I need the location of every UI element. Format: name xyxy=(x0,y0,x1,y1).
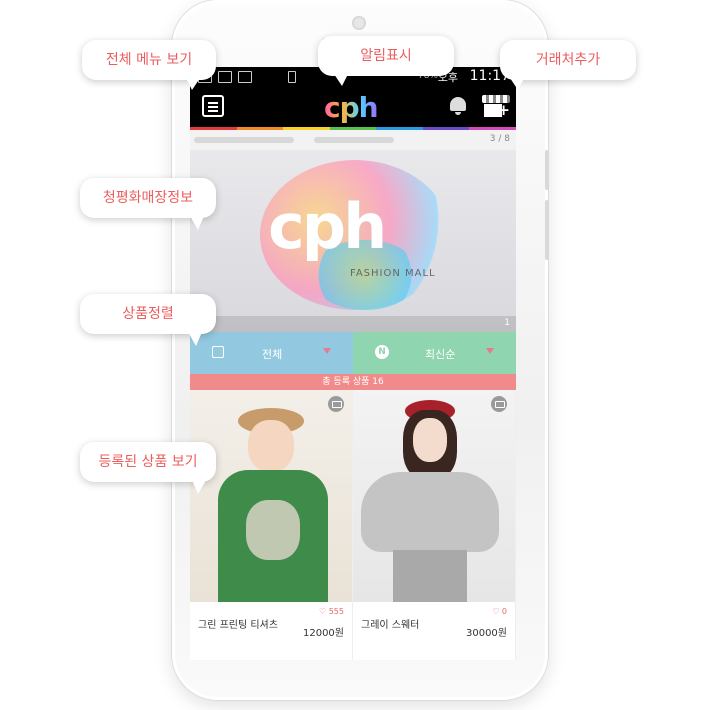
sort-order-filter[interactable]: N 최신순 xyxy=(353,332,516,374)
category-filter-label: 전체 xyxy=(262,348,283,361)
side-button xyxy=(545,150,549,190)
dropdown-arrow-icon xyxy=(486,348,494,354)
product-info: ♡ 555 그린 프린팅 티셔츠 12000원 xyxy=(190,602,352,660)
image-count: 1 xyxy=(504,318,510,328)
banner-footer: 3 1 xyxy=(190,316,516,332)
store-info-bar[interactable]: 3 / 8 xyxy=(190,130,516,150)
product-name: 그레이 스웨터 xyxy=(361,620,420,631)
total-products-bar: 총 등록 상품 16 xyxy=(190,374,516,390)
sort-order-label: 최신순 xyxy=(425,348,456,361)
n-circle-icon: N xyxy=(375,345,389,359)
product-card[interactable]: ♡ 555 그린 프린팅 티셔츠 12000원 xyxy=(190,390,353,660)
mail-icon xyxy=(218,71,232,83)
callout-sort: 상품정렬 xyxy=(80,294,216,346)
product-price: 30000원 xyxy=(465,628,507,639)
sort-filters: 전체 N 최신순 xyxy=(190,332,516,374)
product-card[interactable]: ♡ 0 그레이 스웨터 30000원 xyxy=(353,390,516,660)
add-store-icon[interactable]: + xyxy=(482,95,510,119)
shirt-print xyxy=(246,500,300,560)
camera-icon xyxy=(352,16,366,30)
model-face xyxy=(413,418,447,462)
callout-menu: 전체 메뉴 보기 xyxy=(82,40,216,90)
app-header: cph + xyxy=(190,87,516,127)
phone-number xyxy=(194,137,294,143)
store-address xyxy=(314,137,394,143)
chat-icon[interactable] xyxy=(328,396,344,412)
like-count: ♡ 555 xyxy=(319,607,344,616)
callout-store-info: 청평화매장정보 xyxy=(80,178,216,230)
product-name: 그린 프린팅 티셔츠 xyxy=(198,620,278,631)
product-info: ♡ 0 그레이 스웨터 30000원 xyxy=(353,602,515,660)
callout-add-store: 거래처추가 xyxy=(500,40,636,90)
model-sweater xyxy=(361,472,499,552)
callout-products: 등록된 상품 보기 xyxy=(80,442,216,494)
product-photo xyxy=(353,390,515,602)
category-filter[interactable]: 전체 xyxy=(190,332,353,374)
chat-icon[interactable] xyxy=(491,396,507,412)
app-logo[interactable]: cph xyxy=(324,91,379,124)
model-face xyxy=(248,420,294,472)
callout-alarm: 알림표시 xyxy=(318,36,454,86)
product-price: 12000원 xyxy=(302,628,344,639)
image-icon xyxy=(238,71,252,83)
side-button xyxy=(545,200,549,260)
page-indicator: 3 / 8 xyxy=(489,134,510,144)
model-skirt xyxy=(393,550,467,602)
bluetooth-icon xyxy=(288,71,296,83)
menu-icon[interactable] xyxy=(202,95,224,117)
like-count: ♡ 0 xyxy=(492,607,507,616)
product-grid: ♡ 555 그린 프린팅 티셔츠 12000원 ♡ 0 그레이 스웨터 3000… xyxy=(190,390,516,660)
banner-brand: cph xyxy=(268,190,387,263)
app-screen: LTE 78% 오후 11:17 cph + 3 / 8 cph FASHION… xyxy=(190,67,516,660)
dropdown-arrow-icon xyxy=(323,348,331,354)
store-banner[interactable]: cph FASHION MALL 3 1 xyxy=(190,150,516,332)
list-icon xyxy=(212,346,224,358)
product-photo xyxy=(190,390,352,602)
banner-tagline: FASHION MALL xyxy=(350,268,436,279)
bell-icon[interactable] xyxy=(450,97,466,115)
